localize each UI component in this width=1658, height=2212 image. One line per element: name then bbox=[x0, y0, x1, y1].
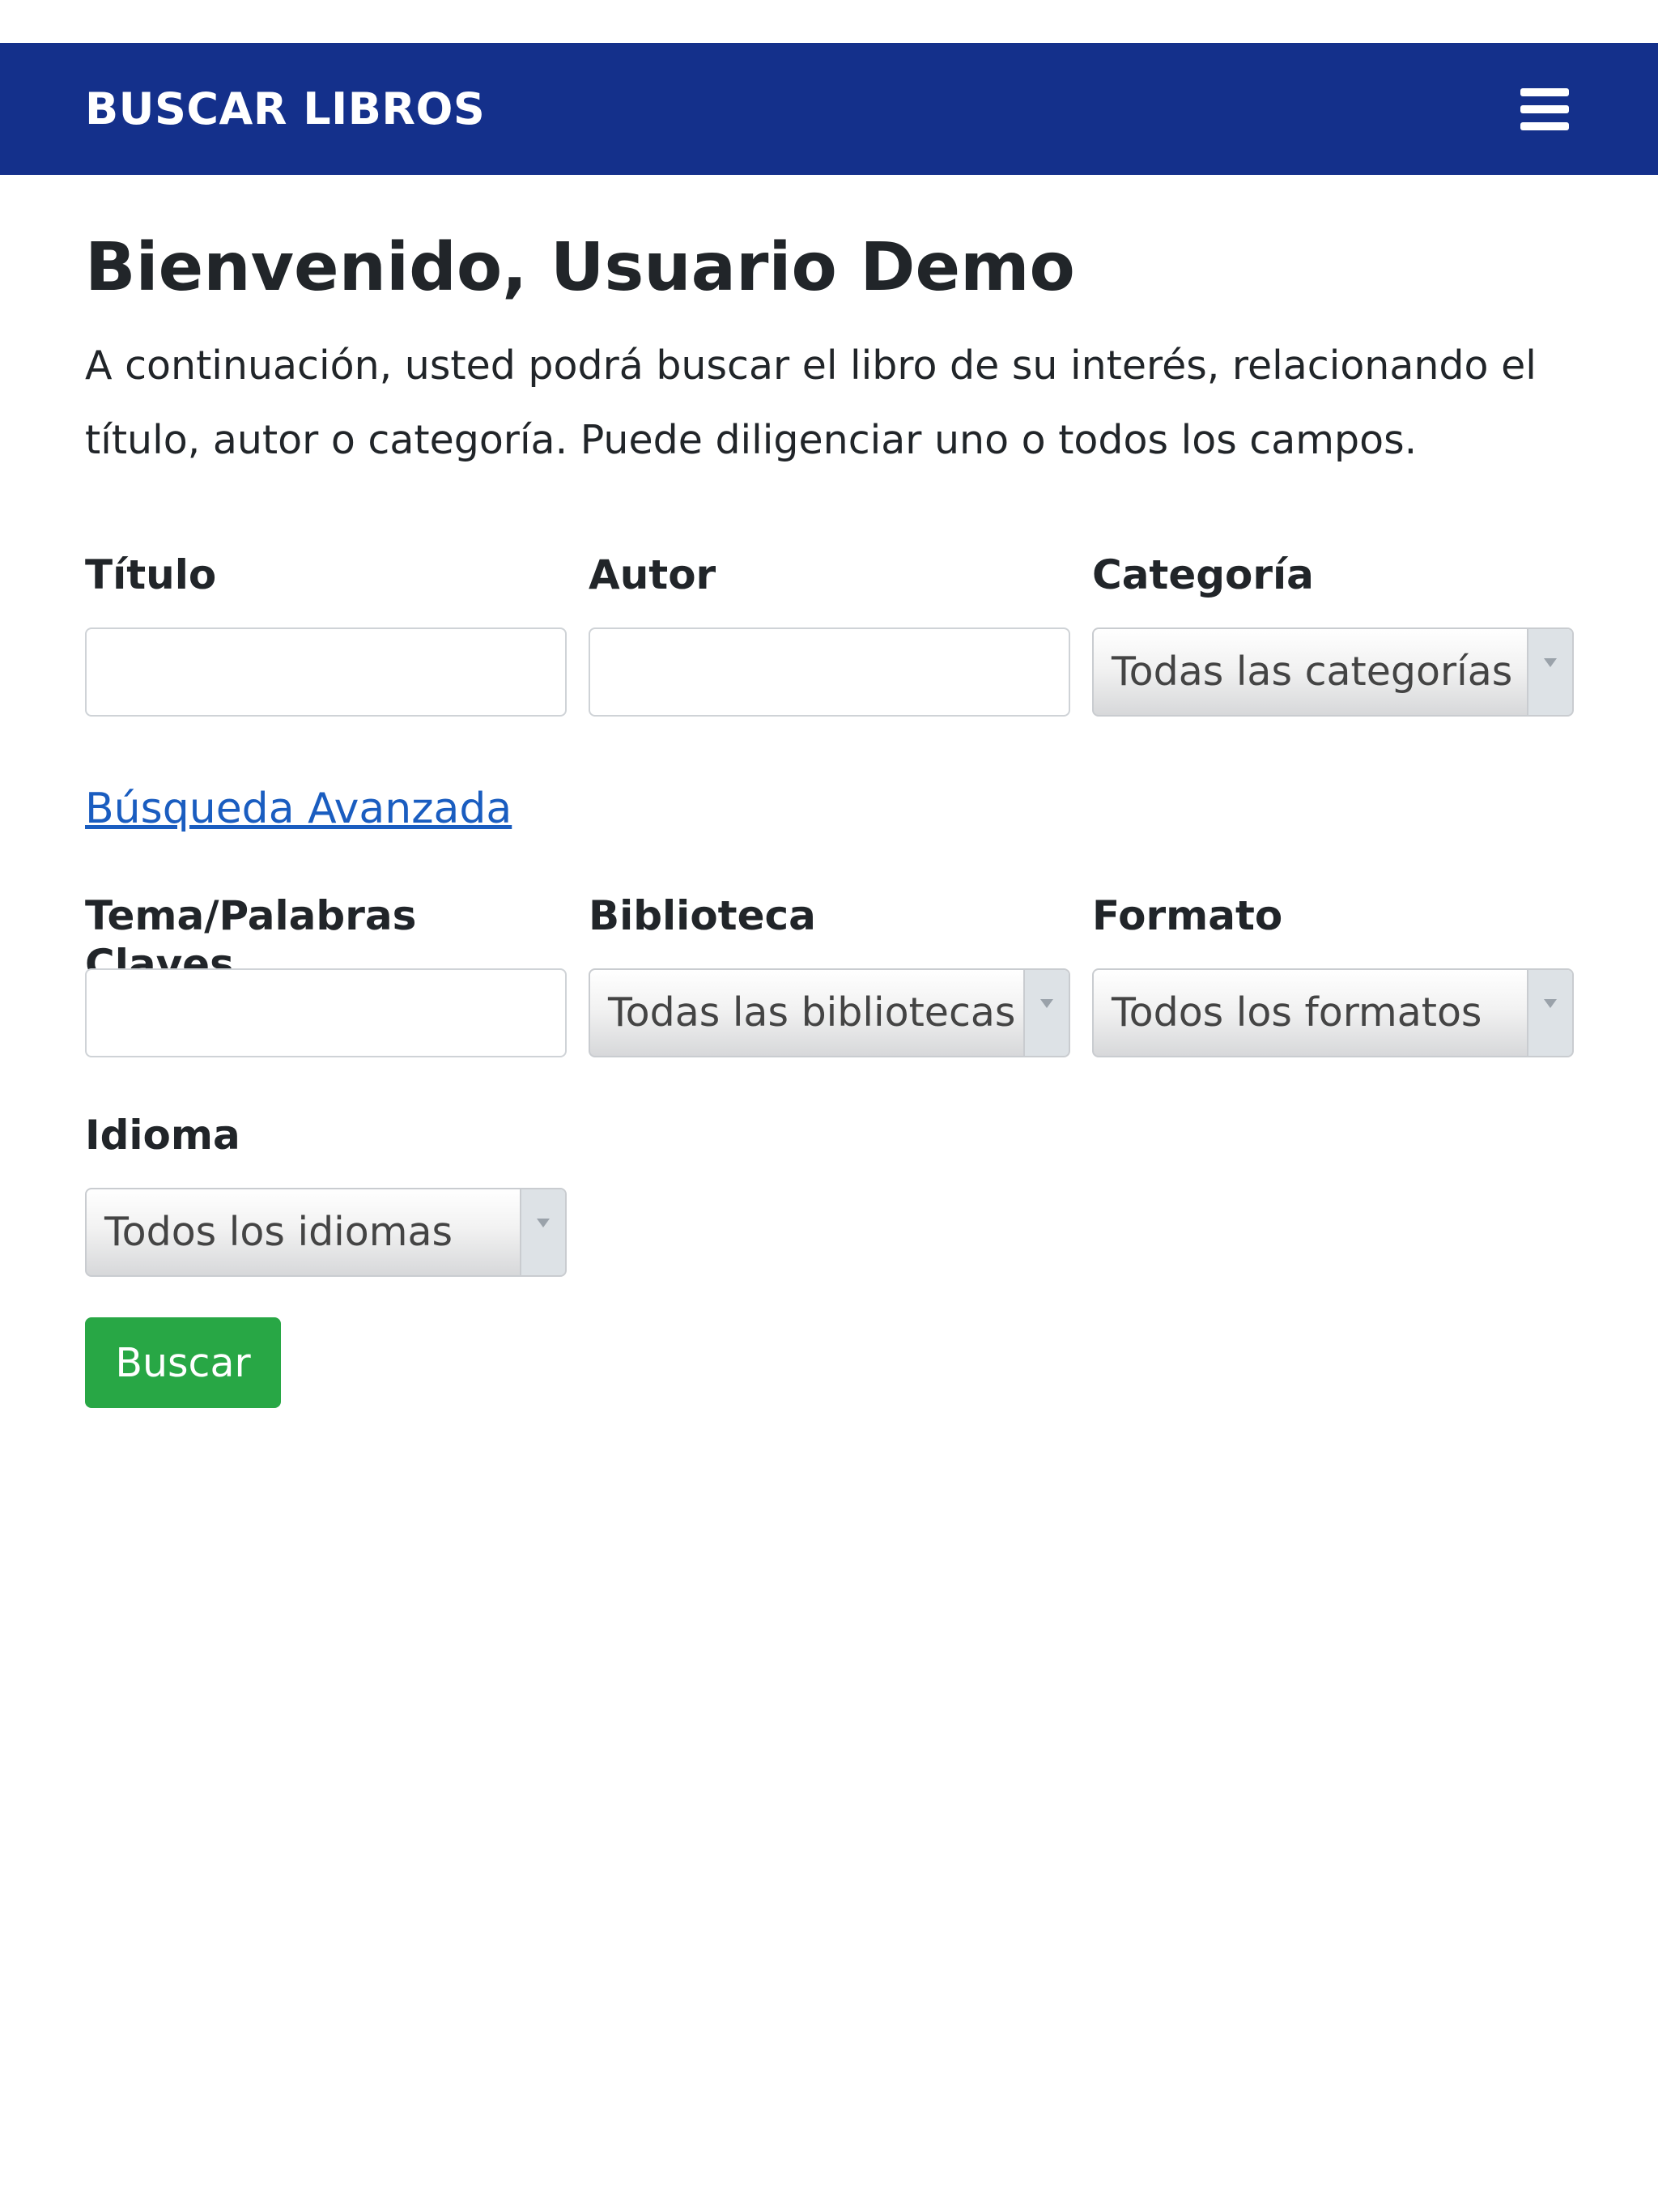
tema-label: Tema/Palabras Claves bbox=[85, 892, 417, 989]
page-title: Bienvenido, Usuario Demo bbox=[85, 229, 1075, 306]
categoria-field-group: Categoría Todas las categorías bbox=[1092, 551, 1574, 717]
hamburger-bar bbox=[1520, 104, 1569, 113]
biblioteca-selected-value: Todas las bibliotecas bbox=[608, 989, 1016, 1036]
basic-search-row: Título Autor Categoría Todas las categor… bbox=[85, 551, 1574, 717]
idioma-select[interactable]: Todos los idiomas bbox=[85, 1188, 567, 1278]
titulo-field-group: Título bbox=[85, 551, 567, 717]
hamburger-menu-icon[interactable] bbox=[1520, 87, 1569, 130]
intro-text: A continuación, usted podrá buscar el li… bbox=[85, 329, 1573, 478]
biblioteca-select[interactable]: Todas las bibliotecas bbox=[589, 968, 1070, 1058]
chevron-down-icon bbox=[1527, 970, 1572, 1057]
hamburger-bar bbox=[1520, 87, 1569, 96]
idioma-row: Idioma Todos los idiomas bbox=[85, 1111, 1573, 1278]
status-bar-area bbox=[0, 0, 1658, 43]
titulo-input[interactable] bbox=[85, 627, 567, 717]
search-button[interactable]: Buscar bbox=[85, 1317, 281, 1409]
chevron-down-icon bbox=[1527, 629, 1572, 716]
intro-line-2: título, autor o categoría. Puede diligen… bbox=[85, 417, 1418, 464]
formato-field-group: Formato Todos los formatos bbox=[1092, 891, 1574, 1058]
tema-input[interactable] bbox=[85, 968, 567, 1058]
tema-field-group: Tema/Palabras Claves bbox=[85, 891, 567, 1058]
intro-line-1: A continuación, usted podrá buscar el li… bbox=[85, 342, 1537, 389]
idioma-field-group: Idioma Todos los idiomas bbox=[85, 1111, 567, 1278]
chevron-down-icon bbox=[520, 1189, 565, 1276]
chevron-down-icon bbox=[1023, 970, 1069, 1057]
advanced-search-row: Tema/Palabras Claves Biblioteca Todas la… bbox=[85, 891, 1574, 1058]
autor-label: Autor bbox=[589, 551, 716, 599]
top-navbar: BUSCAR LIBROS bbox=[0, 43, 1658, 175]
titulo-label: Título bbox=[85, 551, 217, 599]
idioma-selected-value: Todos los idiomas bbox=[104, 1209, 453, 1256]
autor-field-group: Autor bbox=[589, 551, 1070, 717]
biblioteca-label: Biblioteca bbox=[589, 892, 816, 940]
categoria-selected-value: Todas las categorías bbox=[1112, 649, 1513, 696]
categoria-label: Categoría bbox=[1092, 551, 1314, 599]
formato-selected-value: Todos los formatos bbox=[1112, 989, 1482, 1036]
formato-label: Formato bbox=[1092, 892, 1283, 940]
biblioteca-field-group: Biblioteca Todas las bibliotecas bbox=[589, 891, 1070, 1058]
advanced-search-link[interactable]: Búsqueda Avanzada bbox=[85, 785, 512, 833]
categoria-select[interactable]: Todas las categorías bbox=[1092, 627, 1574, 717]
main-content: Bienvenido, Usuario Demo A continuación,… bbox=[0, 175, 1658, 1409]
brand-title[interactable]: BUSCAR LIBROS bbox=[85, 83, 485, 134]
formato-select[interactable]: Todos los formatos bbox=[1092, 968, 1574, 1058]
idioma-label: Idioma bbox=[85, 1112, 240, 1159]
autor-input[interactable] bbox=[589, 627, 1070, 717]
hamburger-bar bbox=[1520, 121, 1569, 130]
